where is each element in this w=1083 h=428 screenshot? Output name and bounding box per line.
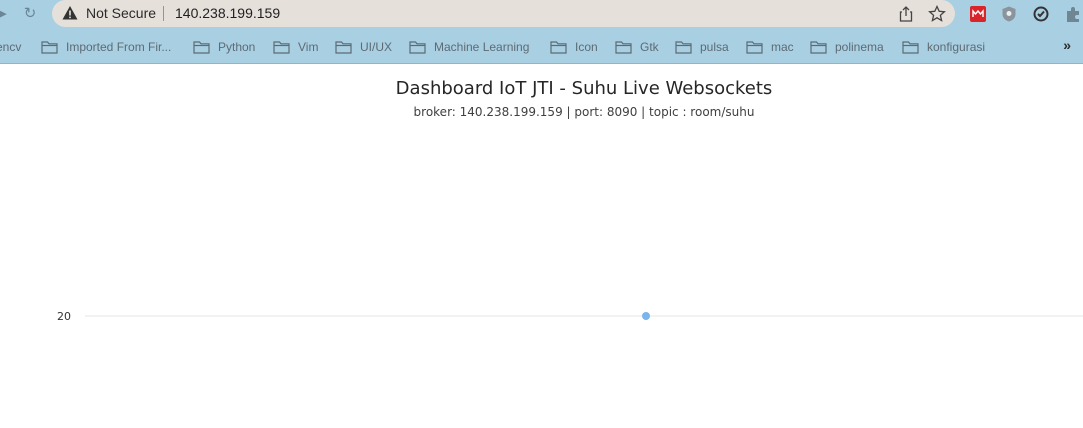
share-icon[interactable] [897, 5, 915, 23]
bookmark-label: mac [771, 40, 794, 54]
data-point[interactable] [642, 312, 650, 320]
bookmark-label: polinema [835, 40, 884, 54]
folder-icon [41, 41, 58, 54]
extension-icon[interactable] [969, 5, 987, 23]
star-icon[interactable] [928, 5, 946, 23]
bookmark-label: UI/UX [360, 40, 393, 54]
bookmark-folder-item[interactable]: Imported From Fir... [41, 39, 171, 55]
folder-icon [675, 41, 692, 54]
bookmark-folder-item[interactable]: polinema [810, 39, 884, 55]
security-status[interactable]: Not Secure [86, 5, 156, 21]
folder-icon [746, 41, 763, 54]
bookmark-label: Machine Learning [434, 40, 530, 54]
warning-icon [62, 6, 78, 20]
bookmark-label: Vim [298, 40, 319, 54]
back-icon[interactable]: ▸ [0, 4, 14, 24]
address-bar[interactable]: Not Secure 140.238.199.159 [52, 0, 955, 27]
bookmark-folder-item[interactable]: Icon [550, 39, 598, 55]
folder-icon [409, 41, 426, 54]
bookmark-folder-item[interactable]: Python [193, 39, 255, 55]
folder-icon [273, 41, 290, 54]
bookmark-label: pulsa [700, 40, 729, 54]
temperature-chart: 20 [57, 310, 1083, 323]
y-tick-label: 20 [57, 310, 71, 323]
bookmark-folder-item[interactable]: mac [746, 39, 794, 55]
bookmark-item[interactable]: encv [0, 39, 21, 55]
refresh-extension-icon[interactable] [1032, 5, 1050, 23]
divider [163, 6, 164, 21]
bookmarks-bar: encv Imported From Fir... Python Vim UI/… [0, 29, 1083, 64]
bookmark-folder-item[interactable]: Vim [273, 39, 318, 55]
bookmark-folder-item[interactable]: Gtk [615, 39, 659, 55]
bookmark-folder-item[interactable]: konfigurasi [902, 39, 985, 55]
bookmarks-overflow-button[interactable]: » [1063, 37, 1071, 53]
bookmark-label: Python [218, 40, 256, 54]
bookmark-label: Icon [575, 40, 598, 54]
bookmark-label: encv [0, 40, 22, 54]
shield-icon[interactable] [1000, 5, 1018, 23]
page-subtitle: broker: 140.238.199.159 | port: 8090 | t… [413, 105, 755, 119]
folder-icon [550, 41, 567, 54]
folder-icon [193, 41, 210, 54]
bookmark-folder-item[interactable]: UI/UX [335, 39, 392, 55]
folder-icon [810, 41, 827, 54]
folder-icon [615, 41, 632, 54]
folder-icon [335, 41, 352, 54]
bookmark-label: Imported From Fir... [66, 40, 172, 54]
url-text[interactable]: 140.238.199.159 [175, 5, 280, 21]
reload-icon[interactable]: ↻ [19, 4, 41, 24]
folder-icon [902, 41, 919, 54]
bookmark-folder-item[interactable]: Machine Learning [409, 39, 529, 55]
puzzle-icon[interactable] [1064, 5, 1082, 23]
bookmark-label: Gtk [640, 40, 659, 54]
bookmark-folder-item[interactable]: pulsa [675, 39, 729, 55]
bookmark-label: konfigurasi [927, 40, 986, 54]
browser-toolbar: ▸ ↻ Not Secure 140.238.199.159 [0, 0, 1083, 29]
page-title: Dashboard IoT JTI - Suhu Live Websockets [395, 78, 773, 99]
